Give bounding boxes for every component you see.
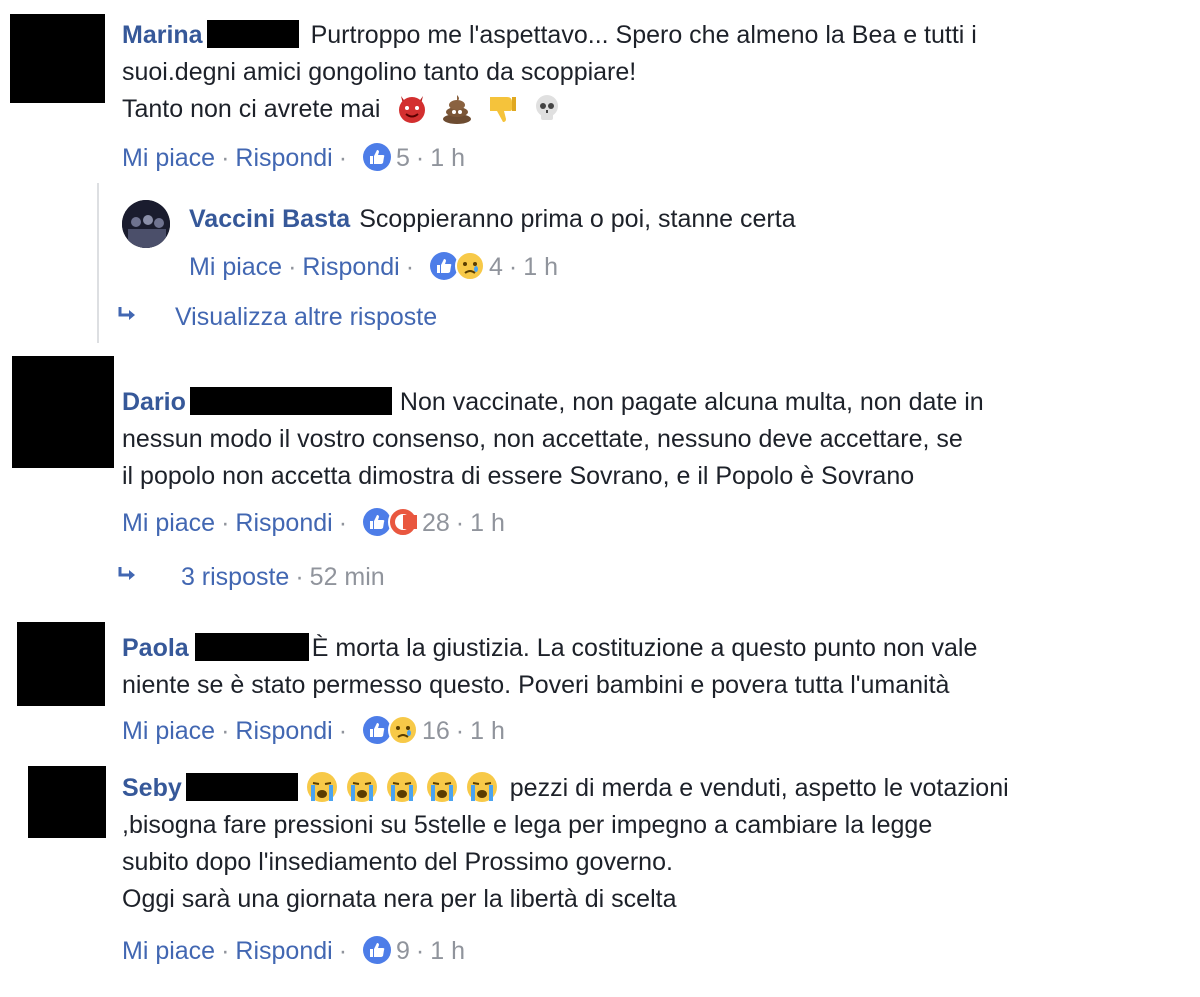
timestamp[interactable]: 1 h	[470, 509, 505, 537]
redaction-bar	[189, 387, 392, 415]
timestamp[interactable]: 1 h	[470, 717, 505, 745]
like-link[interactable]: Mi piace	[122, 509, 215, 537]
like-reaction-icon[interactable]	[362, 142, 392, 172]
author-name[interactable]: Dario	[122, 388, 186, 416]
like-link[interactable]: Mi piace	[122, 937, 215, 965]
comment-text: Oggi sarà una giornata nera per la liber…	[122, 885, 677, 913]
reaction-count[interactable]: 4	[489, 253, 503, 281]
timestamp[interactable]: 1 h	[430, 937, 465, 965]
reply-link[interactable]: Rispondi	[235, 144, 332, 172]
author-name[interactable]: Vaccini Basta	[189, 205, 350, 233]
comment-text: Scoppieranno prima o poi, stanne certa	[359, 205, 796, 233]
reply-link[interactable]: Rispondi	[235, 509, 332, 537]
reply-arrow-icon	[116, 303, 146, 332]
reply-arrow-icon	[116, 563, 146, 592]
like-link[interactable]: Mi piace	[122, 717, 215, 745]
crying-emoji	[344, 770, 380, 804]
timestamp[interactable]: 1 h	[430, 144, 465, 172]
like-link[interactable]: Mi piace	[122, 144, 215, 172]
reaction-count[interactable]: 5	[396, 144, 410, 172]
comment-text: Non vaccinate, non pagate alcuna multa, …	[399, 388, 984, 416]
author-name[interactable]: Seby	[122, 774, 182, 802]
author-name[interactable]: Marina	[122, 21, 203, 49]
timestamp: 52 min	[309, 563, 385, 591]
redaction-bar	[185, 773, 298, 801]
redaction-bar	[206, 20, 299, 48]
comment-text: subito dopo l'insediamento del Prossimo …	[122, 848, 673, 876]
comment-text: nessun modo il vostro consenso, non acce…	[122, 425, 963, 453]
view-replies-link[interactable]: 3 risposte · 52 min	[116, 563, 385, 592]
avatar[interactable]	[28, 766, 106, 838]
avatar[interactable]	[122, 200, 170, 248]
reaction-count[interactable]: 28	[422, 509, 450, 537]
like-link[interactable]: Mi piace	[189, 253, 282, 281]
group-photo-icon	[122, 200, 170, 248]
crying-emoji	[424, 770, 460, 804]
reply-link[interactable]: Rispondi	[235, 717, 332, 745]
avatar[interactable]	[12, 356, 114, 468]
reply-link[interactable]: Rispondi	[302, 253, 399, 281]
comment-text: niente se è stato permesso questo. Pover…	[122, 671, 950, 699]
reaction-count[interactable]: 9	[396, 937, 410, 965]
sad-reaction-icon[interactable]	[454, 251, 485, 281]
reply-link[interactable]: Rispondi	[235, 937, 332, 965]
crying-emoji	[464, 770, 500, 804]
timestamp[interactable]: 1 h	[523, 253, 558, 281]
crying-emoji	[304, 770, 340, 804]
angry-reaction-icon[interactable]	[387, 507, 418, 537]
comment-text: il popolo non accetta dimostra di essere…	[122, 462, 915, 490]
reply-thread-line	[97, 183, 99, 343]
poop-emoji	[440, 91, 474, 125]
view-more-replies-link[interactable]: Visualizza altre risposte	[116, 303, 437, 332]
comment-text: suoi.degni amici gongolino tanto da scop…	[122, 58, 637, 86]
devil-emoji	[395, 91, 429, 125]
comment-text: Purtroppo me l'aspettavo... Spero che al…	[310, 21, 977, 49]
author-name[interactable]: Paola	[122, 634, 189, 662]
comment-text: È morta la giustizia. La costituzione a …	[311, 634, 978, 662]
skull-emoji	[530, 91, 564, 125]
thumbs-down-emoji	[485, 91, 519, 125]
comment-text: Tanto non ci avrete mai	[122, 95, 381, 123]
like-reaction-icon[interactable]	[362, 935, 392, 965]
sad-reaction-icon[interactable]	[387, 715, 418, 745]
reaction-count[interactable]: 16	[422, 717, 450, 745]
comment-text: ,bisogna fare pressioni su 5stelle e leg…	[122, 811, 933, 839]
redaction-bar	[194, 633, 309, 661]
avatar[interactable]	[17, 622, 105, 706]
crying-emoji	[384, 770, 420, 804]
comment-text: pezzi di merda e venduti, aspetto le vot…	[509, 774, 1009, 802]
avatar[interactable]	[10, 14, 105, 103]
